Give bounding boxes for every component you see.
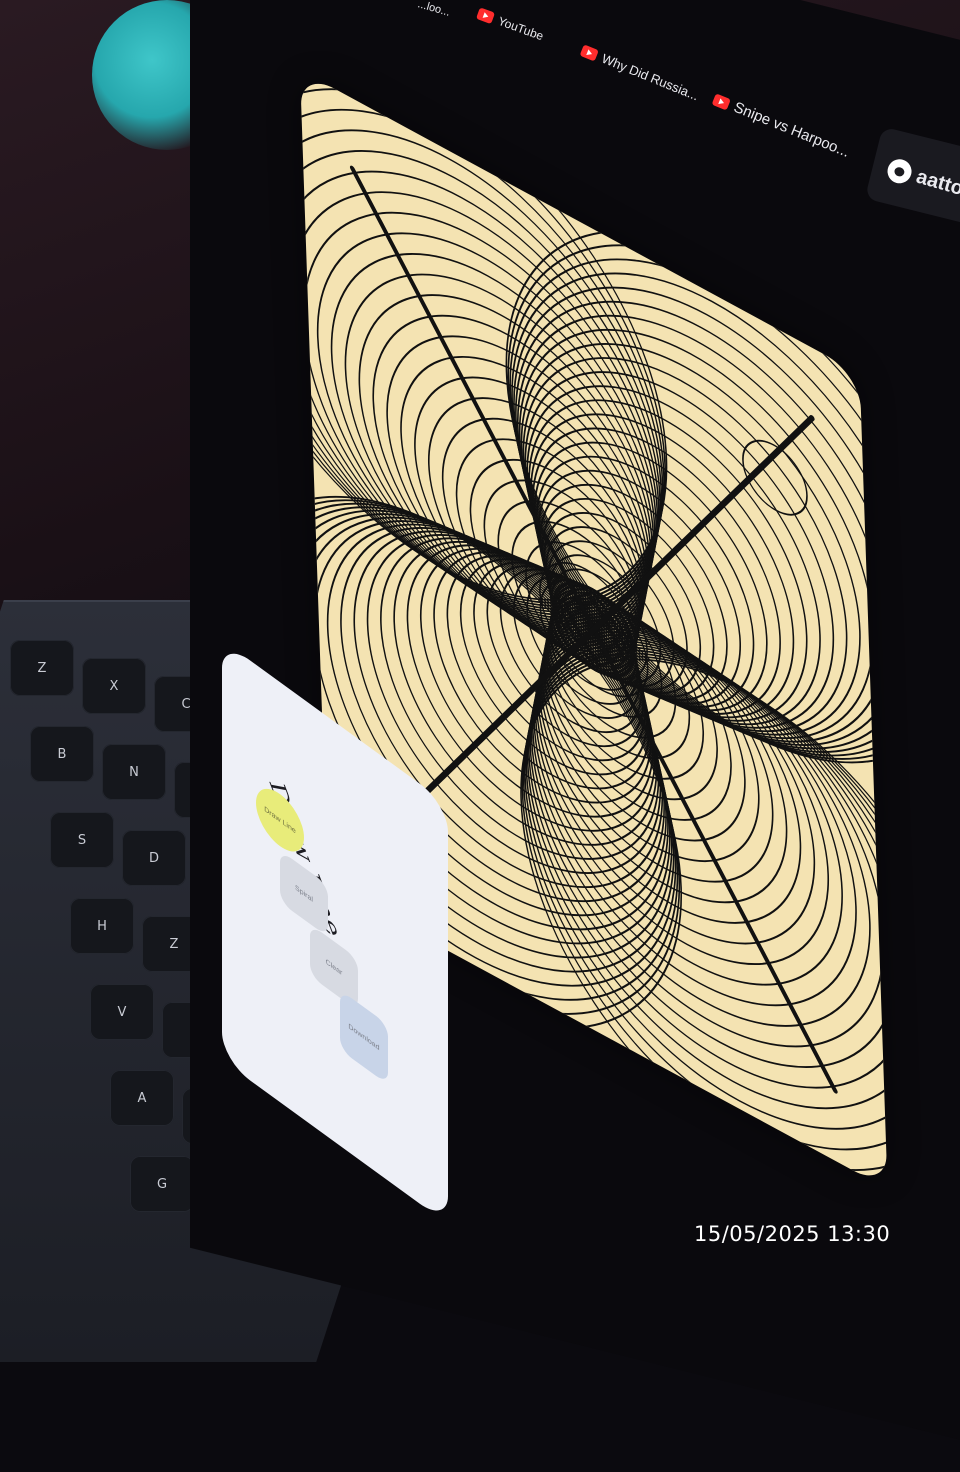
tab-label: YouTube bbox=[496, 13, 546, 44]
youtube-icon bbox=[475, 7, 496, 25]
tab-snipe-vs-harpoon[interactable]: Snipe vs Harpoo... bbox=[711, 91, 852, 161]
youtube-icon bbox=[579, 43, 600, 62]
tab-label: Snipe vs Harpoo... bbox=[731, 98, 853, 161]
keyboard-key[interactable]: X bbox=[82, 658, 146, 714]
tab-label: Why Did Russia... bbox=[599, 50, 701, 104]
tab-label: ...loo... bbox=[416, 0, 452, 19]
keyboard-key[interactable]: S bbox=[50, 812, 114, 868]
tab-youtube[interactable]: YouTube bbox=[475, 6, 546, 44]
keyboard-key[interactable]: G bbox=[130, 1156, 194, 1212]
keyboard-key[interactable]: H bbox=[70, 898, 134, 954]
download-button[interactable]: Download bbox=[340, 989, 388, 1085]
tab-partial[interactable]: ...loo... bbox=[416, 0, 451, 19]
keyboard-key[interactable]: D bbox=[122, 830, 186, 886]
keyboard-key[interactable]: A bbox=[110, 1070, 174, 1126]
keyboard-key[interactable]: Z bbox=[10, 640, 74, 696]
keyboard-key[interactable]: V bbox=[90, 984, 154, 1040]
tab-why-did-russia[interactable]: Why Did Russia... bbox=[579, 43, 701, 104]
keyboard-key[interactable]: B bbox=[30, 726, 94, 782]
keyboard-key[interactable]: N bbox=[102, 744, 166, 800]
youtube-icon bbox=[711, 92, 732, 111]
photo-timestamp: 15/05/2025 13:30 bbox=[694, 1222, 891, 1246]
